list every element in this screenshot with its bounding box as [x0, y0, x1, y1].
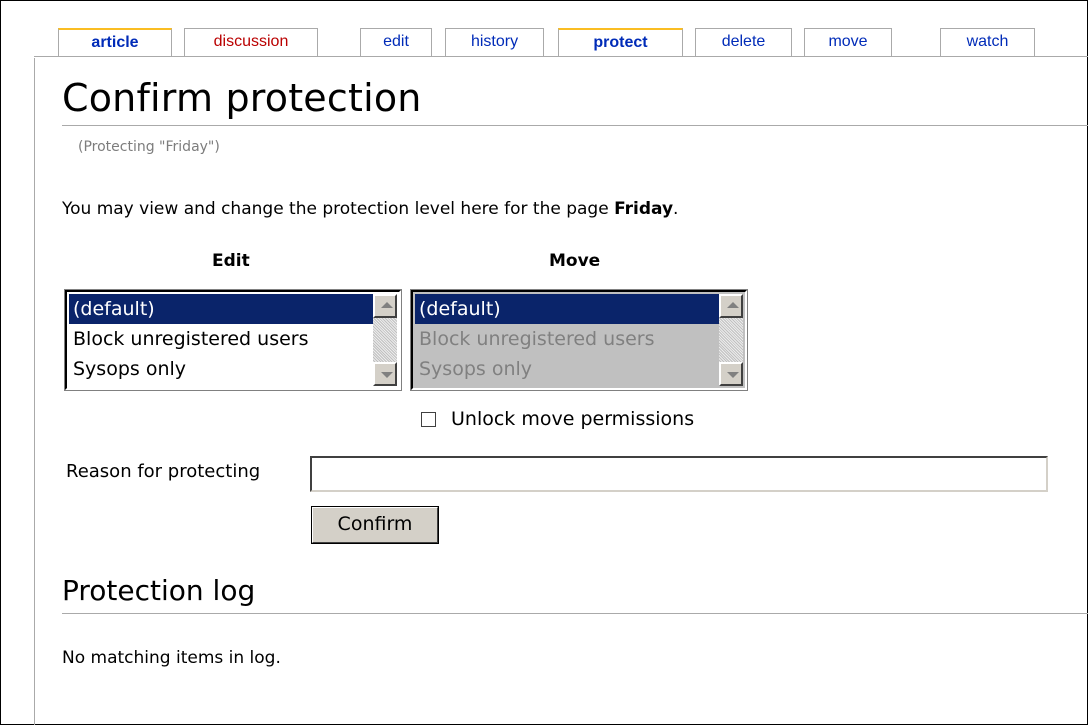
- edit-listbox-scrollbar[interactable]: [373, 294, 397, 386]
- confirm-button[interactable]: Confirm: [311, 506, 439, 544]
- edit-protection-listbox[interactable]: (default) Block unregistered users Sysop…: [64, 289, 402, 391]
- move-protection-listbox[interactable]: (default) Block unregistered users Sysop…: [410, 289, 748, 391]
- edit-scroll-down-button[interactable]: [373, 362, 397, 386]
- tab-move[interactable]: move: [804, 28, 892, 56]
- log-rule: [62, 613, 1088, 614]
- scroll-down-icon: [727, 372, 739, 378]
- edit-option-sysops-only[interactable]: Sysops only: [69, 354, 373, 384]
- move-scroll-down-button[interactable]: [719, 362, 743, 386]
- edit-option-block-unregistered[interactable]: Block unregistered users: [69, 324, 373, 354]
- tab-delete-label[interactable]: delete: [722, 33, 766, 50]
- reason-input[interactable]: [310, 456, 1048, 492]
- page-subtitle: (Protecting "Friday"): [78, 139, 220, 155]
- intro-end: .: [673, 199, 679, 219]
- edit-column-heading: Edit: [212, 251, 250, 271]
- unlock-move-label: Unlock move permissions: [451, 408, 695, 430]
- tab-watch-label[interactable]: watch: [967, 33, 1009, 50]
- unlock-move-permissions[interactable]: Unlock move permissions: [421, 408, 694, 430]
- tab-article[interactable]: article: [58, 28, 172, 56]
- move-scroll-up-button[interactable]: [719, 294, 743, 318]
- tab-edit-label[interactable]: edit: [383, 33, 409, 50]
- move-column-heading: Move: [549, 251, 601, 271]
- tab-discussion-label[interactable]: discussion: [214, 33, 289, 50]
- scroll-down-icon: [381, 372, 393, 378]
- intro-text: You may view and change the protection l…: [62, 199, 615, 219]
- edit-scroll-up-button[interactable]: [373, 294, 397, 318]
- tab-watch[interactable]: watch: [940, 28, 1035, 56]
- scroll-up-icon: [381, 302, 393, 308]
- scroll-up-icon: [727, 302, 739, 308]
- move-option-default[interactable]: (default): [415, 294, 719, 324]
- tab-discussion[interactable]: discussion: [184, 28, 318, 56]
- content-left-border: [34, 58, 35, 725]
- intro-paragraph: You may view and change the protection l…: [62, 199, 678, 219]
- tab-move-label[interactable]: move: [828, 33, 867, 50]
- title-rule: [62, 125, 1088, 126]
- intro-page-name: Friday: [614, 199, 674, 219]
- move-option-sysops-only[interactable]: Sysops only: [415, 354, 719, 384]
- protection-log-heading: Protection log: [62, 574, 256, 607]
- edit-option-default[interactable]: (default): [69, 294, 373, 324]
- page-title: Confirm protection: [62, 76, 422, 120]
- tab-delete[interactable]: delete: [695, 28, 792, 56]
- move-option-block-unregistered[interactable]: Block unregistered users: [415, 324, 719, 354]
- unlock-move-checkbox[interactable]: [421, 412, 436, 427]
- tab-edit[interactable]: edit: [360, 28, 432, 56]
- log-empty-message: No matching items in log.: [62, 648, 281, 668]
- tab-protect[interactable]: protect: [558, 28, 683, 56]
- tab-protect-label[interactable]: protect: [593, 34, 647, 51]
- reason-label: Reason for protecting: [66, 461, 261, 482]
- tab-history[interactable]: history: [445, 28, 544, 56]
- move-listbox-scrollbar[interactable]: [719, 294, 743, 386]
- tab-history-label[interactable]: history: [471, 33, 518, 50]
- tab-bar-rule: [34, 56, 1088, 57]
- tab-article-label[interactable]: article: [91, 34, 138, 51]
